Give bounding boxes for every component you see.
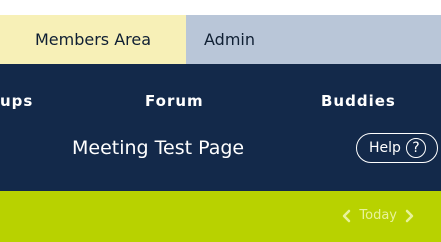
app-window: Members Area Admin ups Forum Buddies Mee… (0, 0, 441, 242)
tab-members-area-label: Members Area (34, 30, 152, 49)
question-icon: ? (405, 138, 426, 158)
date-bar: Today (0, 191, 441, 242)
top-tabs: Members Area Admin (0, 0, 441, 64)
nav-item-groups[interactable]: ups (0, 92, 33, 110)
tab-admin[interactable]: Admin (186, 15, 441, 64)
chevron-left-icon-svg (343, 209, 351, 222)
tab-admin-label: Admin (204, 30, 255, 49)
page-title: Meeting Test Page (72, 137, 245, 159)
chevron-right-icon-svg (405, 209, 414, 222)
nav-item-buddies[interactable]: Buddies (321, 92, 396, 110)
help-button[interactable]: Help ? (356, 133, 438, 163)
tab-members-area[interactable]: Members Area (0, 15, 186, 64)
chevron-left-icon[interactable] (341, 209, 353, 223)
today-button[interactable]: Today (359, 208, 397, 223)
chevron-right-icon[interactable] (403, 209, 415, 223)
main-navigation: ups Forum Buddies Meeting Test Page Help… (0, 64, 441, 191)
date-navigation: Today (341, 208, 415, 223)
nav-item-forum[interactable]: Forum (145, 92, 204, 110)
help-button-label: Help (369, 140, 401, 156)
